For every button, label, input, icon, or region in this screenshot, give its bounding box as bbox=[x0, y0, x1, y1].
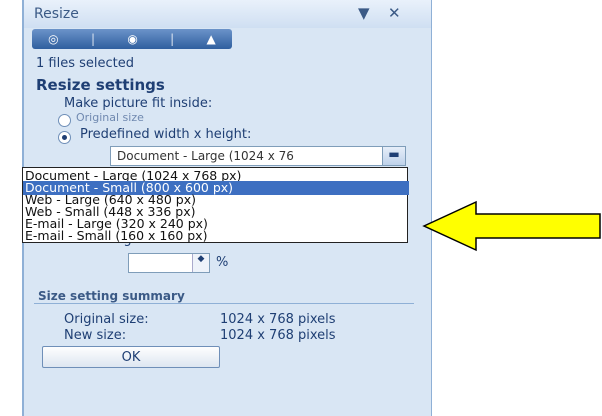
summary-heading: Size setting summary bbox=[38, 289, 185, 303]
summary-divider bbox=[34, 303, 414, 304]
picture-edit-icon[interactable]: ◉ bbox=[127, 32, 137, 46]
task-pane-titlebar: Resize ▼ ✕ bbox=[24, 0, 431, 28]
size-option[interactable]: E-mail - Small (160 x 160 px) bbox=[23, 229, 409, 243]
original-size-summary-label: Original size: bbox=[64, 312, 149, 327]
arrow-icon bbox=[422, 200, 601, 252]
chevron-down-icon[interactable]: ▬ bbox=[382, 147, 405, 165]
height-spinner[interactable]: ◆ bbox=[192, 254, 209, 272]
height-input[interactable]: ◆ bbox=[128, 253, 210, 273]
files-selected-status: 1 files selected bbox=[36, 56, 134, 71]
original-size-summary-value: 1024 x 768 pixels bbox=[220, 312, 336, 327]
yellow-arrow-annotation bbox=[422, 200, 601, 252]
original-size-label: Original size bbox=[76, 111, 144, 124]
ok-button[interactable]: OK bbox=[42, 346, 220, 368]
close-icon[interactable]: ✕ bbox=[388, 4, 401, 22]
task-pane-title: Resize bbox=[34, 6, 79, 22]
new-size-summary-label: New size: bbox=[64, 328, 127, 343]
predefined-size-label: Predefined width x height: bbox=[80, 127, 252, 142]
new-size-summary-value: 1024 x 768 pixels bbox=[220, 328, 336, 343]
predefined-size-select[interactable]: Document - Large (1024 x 76 ▬ bbox=[110, 146, 406, 166]
original-size-radio[interactable] bbox=[58, 114, 71, 127]
predefined-size-value: Document - Large (1024 x 76 bbox=[117, 149, 294, 163]
mountain-picture-icon[interactable]: ▲ bbox=[207, 32, 216, 46]
fit-inside-label: Make picture fit inside: bbox=[64, 96, 213, 111]
predefined-size-radio[interactable] bbox=[58, 131, 71, 144]
tab-strip: ◎ | ◉ | ▲ bbox=[32, 29, 232, 49]
picture-icon[interactable]: ◎ bbox=[48, 32, 58, 46]
resize-settings-heading: Resize settings bbox=[36, 76, 165, 94]
pane-menu-icon[interactable]: ▼ bbox=[358, 4, 370, 22]
height-unit-label: % bbox=[216, 255, 229, 270]
predefined-size-dropdown: Document - Large (1024 x 768 px) Documen… bbox=[22, 167, 409, 243]
